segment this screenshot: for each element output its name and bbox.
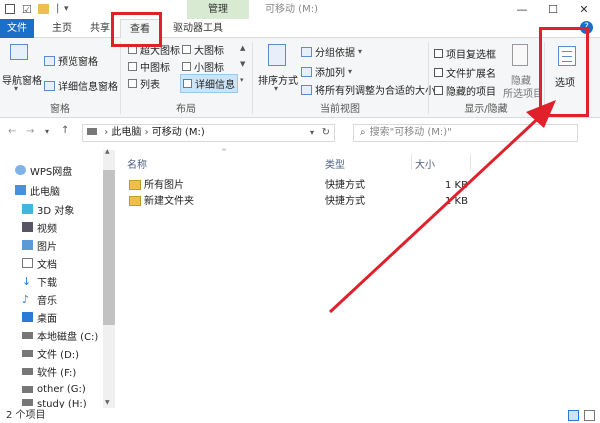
arrow-shaft bbox=[328, 110, 547, 314]
annotation-arrow bbox=[328, 100, 556, 314]
